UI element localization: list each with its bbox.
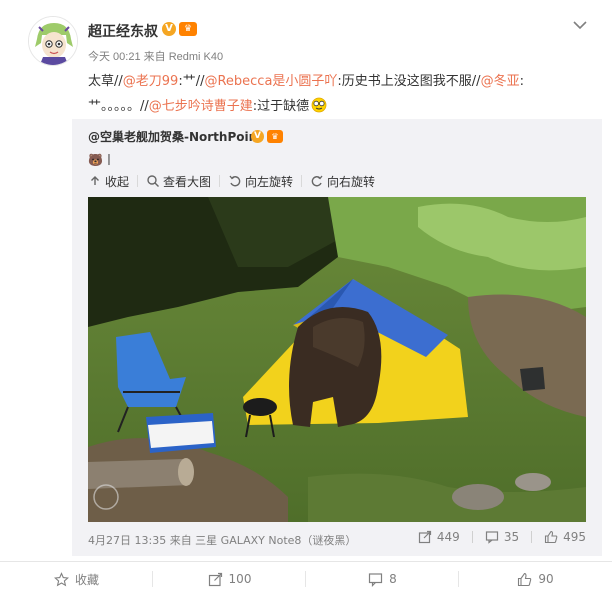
mention-link[interactable]: @冬亚 <box>481 74 520 89</box>
post-meta: 今天 00:21 来自 Redmi K40 <box>88 51 224 63</box>
post-content: 太草//@老刀99:艹//@Rebecca是小圆子吖:历史书上没这图我不服//@… <box>88 69 568 119</box>
mention-link[interactable]: @Rebecca是小圆子吖 <box>204 74 337 89</box>
comment-button[interactable]: 8 <box>306 562 459 596</box>
rotate-right-icon <box>310 174 324 188</box>
mention-link[interactable]: @老刀99 <box>123 74 179 89</box>
repost-stats: 449 35 495 <box>406 530 586 544</box>
verified-badge-icon: V <box>162 22 176 36</box>
action-bar: 收藏 100 8 90 <box>0 562 612 596</box>
divider <box>301 175 303 187</box>
repost-meta: 4月27日 13:35 来自 三星 GALAXY Note8（谜夜黑） <box>88 534 357 547</box>
like-button[interactable]: 90 <box>459 562 612 596</box>
rotate-left-icon <box>228 174 242 188</box>
post-photo[interactable] <box>88 197 586 522</box>
repost-card: @空巢老舰加贺桑-NorthPoint V ♛ 🐻丨 收起 查看大图 向左旋转 … <box>72 119 602 556</box>
view-large-label: 查看大图 <box>163 174 212 189</box>
rotate-left-label: 向左旋转 <box>245 174 294 189</box>
favorite-button[interactable]: 收藏 <box>0 562 153 596</box>
divider <box>219 175 221 187</box>
like-action-count: 90 <box>538 572 554 586</box>
content-text: :过于缺德 <box>252 99 310 114</box>
divider <box>531 531 533 543</box>
comment-icon <box>485 531 498 544</box>
comment-count: 35 <box>503 530 520 544</box>
divider <box>471 531 473 543</box>
verified-badge-icon: V <box>251 130 264 143</box>
image-toolbar: 收起 查看大图 向左旋转 向右旋转 <box>88 172 375 190</box>
arrow-up-icon <box>88 174 102 188</box>
author-name[interactable]: 超正经东叔 <box>88 21 158 41</box>
collapse-label: 收起 <box>105 174 130 189</box>
share-icon <box>418 530 432 544</box>
comment-count-button[interactable]: 35 <box>485 530 533 544</box>
repost-text: 🐻丨 <box>88 153 115 167</box>
thumbs-up-icon <box>545 530 558 544</box>
view-large-button[interactable]: 查看大图 <box>146 173 211 190</box>
vip-badge-icon: ♛ <box>267 130 283 143</box>
mention-link[interactable]: @七步吟诗曹子建 <box>149 99 253 114</box>
like-count: 495 <box>563 530 586 544</box>
rotate-right-button[interactable]: 向右旋转 <box>310 173 375 190</box>
content-text: :艹// <box>178 74 205 89</box>
star-icon <box>53 571 69 586</box>
chevron-down-icon[interactable] <box>571 16 589 30</box>
weibo-post: 超正经东叔 V ♛ 今天 00:21 来自 Redmi K40 太草//@老刀9… <box>0 0 612 596</box>
like-count-button[interactable]: 495 <box>544 530 586 544</box>
avatar[interactable] <box>28 16 78 66</box>
rotate-right-label: 向右旋转 <box>327 174 376 189</box>
repost-button[interactable]: 100 <box>153 562 306 596</box>
repost-author[interactable]: @空巢老舰加贺桑-NorthPoint <box>88 128 263 145</box>
search-icon <box>146 174 160 188</box>
thumbs-up-icon <box>518 572 532 586</box>
comment-action-count: 8 <box>389 572 397 586</box>
share-icon <box>208 572 222 586</box>
comment-icon <box>369 572 383 587</box>
content-text: :历史书上没这图我不服// <box>337 74 481 89</box>
content-text: 太草// <box>88 74 123 89</box>
collapse-button[interactable]: 收起 <box>88 173 129 190</box>
rotate-left-button[interactable]: 向左旋转 <box>228 173 293 190</box>
favorite-label: 收藏 <box>74 572 99 587</box>
repost-action-count: 100 <box>228 572 252 586</box>
repost-count: 449 <box>436 530 460 544</box>
vip-badge-icon: ♛ <box>179 22 197 36</box>
repost-count-button[interactable]: 449 <box>418 530 473 544</box>
divider <box>137 175 139 187</box>
laughing-emoji-icon <box>311 97 327 113</box>
